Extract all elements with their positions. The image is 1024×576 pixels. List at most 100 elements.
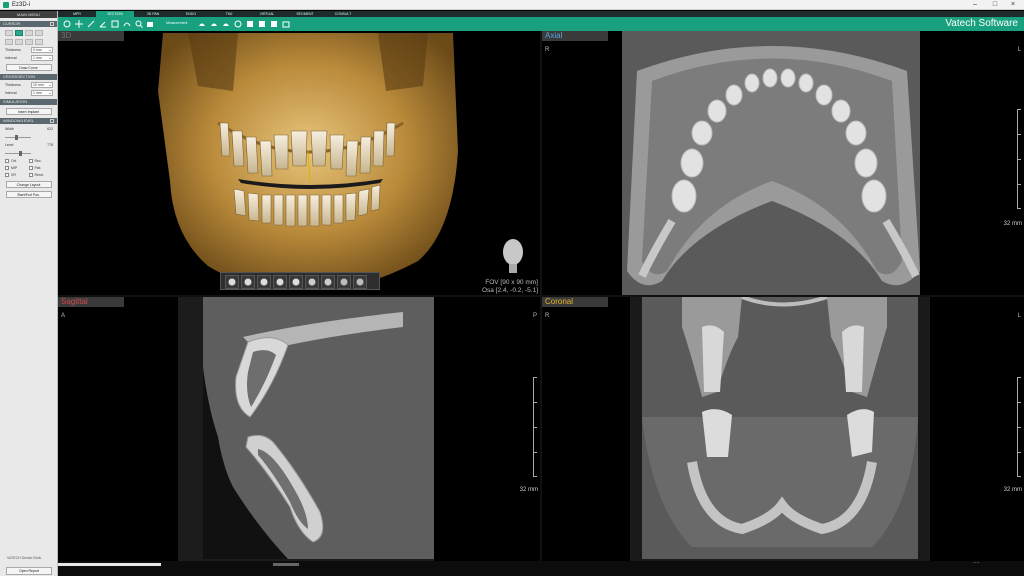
option-rec[interactable]: Rec. xyxy=(28,158,53,164)
preset-skull-top-icon[interactable] xyxy=(273,275,287,289)
preset-skull-front-icon[interactable] xyxy=(225,275,239,289)
preset-soft-tissue-icon[interactable] xyxy=(321,275,335,289)
start-end-pos-button[interactable]: Start/End Pos. xyxy=(5,191,52,198)
change-layout-button[interactable]: Change Layout xyxy=(5,181,52,188)
main-menu-header[interactable]: MAIN MENU xyxy=(0,11,57,18)
fov-info: FOV [90 x 90 mm] Osa [2.4, -0.2, -5.1] xyxy=(482,279,538,295)
interval-row: Interval 1 mm xyxy=(0,53,57,61)
draw-curve-button[interactable]: Draw Curve xyxy=(5,64,52,71)
view-axial[interactable]: Axial R L 32 mm xyxy=(542,31,1024,295)
preset-skull-bottom-icon[interactable] xyxy=(289,275,303,289)
zoom-icon[interactable] xyxy=(135,20,143,28)
option-flat[interactable]: Flat. xyxy=(28,165,53,171)
scale-label: 32 mm xyxy=(1003,487,1022,493)
level-slider[interactable] xyxy=(5,150,31,156)
preset-skull-back-icon[interactable] xyxy=(305,275,319,289)
minimize-button[interactable]: – xyxy=(966,0,984,10)
cursor-tool-4[interactable] xyxy=(35,30,43,36)
thickness-select[interactable]: 0 mm xyxy=(31,47,53,53)
width-slider-knob[interactable] xyxy=(15,134,18,140)
view-3d[interactable]: 3D FOV [90 x 90 mm] Osa [2.4, -0.2, -5.1… xyxy=(58,31,540,295)
checkbox[interactable] xyxy=(5,159,9,163)
cursor-tool-8[interactable] xyxy=(35,39,43,45)
rotate-icon[interactable] xyxy=(63,20,71,28)
preset-skull-left-icon[interactable] xyxy=(241,275,255,289)
render-preset-bar xyxy=(220,272,380,290)
title-bar: Ez3D-i – □ × xyxy=(0,0,1024,10)
preset-skull-right-icon[interactable] xyxy=(257,275,271,289)
arch-view-icon[interactable] xyxy=(210,20,218,28)
orient-left: R xyxy=(545,313,550,319)
osa-text: Osa [2.4, -0.2, -5.1] xyxy=(482,287,538,294)
option-rend[interactable]: Rend. xyxy=(28,172,53,178)
windowing-section-header: WINDOW/LEVEL xyxy=(0,118,57,124)
level-slider-knob[interactable] xyxy=(19,150,22,156)
preset-bone-icon[interactable] xyxy=(337,275,351,289)
layout-1-icon[interactable] xyxy=(246,20,254,28)
scroll-handle[interactable] xyxy=(273,563,299,566)
cursor-tool-7[interactable] xyxy=(25,39,33,45)
option-ort[interactable]: Ort. xyxy=(5,158,29,164)
insert-implant-button[interactable]: Insert Implant xyxy=(5,108,52,115)
view-sagittal-title: Sagittal xyxy=(58,297,124,307)
cursor-tool-2[interactable] xyxy=(15,30,23,36)
orient-left: R xyxy=(545,47,550,53)
render-options: Ort. Rec. MIP Flat. XR Rend. xyxy=(0,156,57,178)
reset-view-icon[interactable] xyxy=(234,20,242,28)
view-coronal[interactable]: Coronal R L 32 mm xyxy=(542,297,1024,561)
layout-2-icon[interactable] xyxy=(258,20,266,28)
width-slider[interactable] xyxy=(5,134,31,140)
simulation-section-label: SIMULATION xyxy=(3,99,28,104)
reset-icon[interactable] xyxy=(50,119,54,123)
checkbox[interactable] xyxy=(28,159,33,163)
view-divider-horizontal[interactable] xyxy=(58,295,1024,297)
level-value: 778 xyxy=(47,143,53,147)
pan-icon[interactable] xyxy=(75,20,83,28)
checkbox[interactable] xyxy=(5,173,9,177)
tooth-view-icon[interactable] xyxy=(198,20,206,28)
axial-ct-image xyxy=(622,31,920,295)
cursor-tool-1[interactable] xyxy=(5,30,13,36)
cursor-tool-6[interactable] xyxy=(15,39,23,45)
status-text: ⠒⠒ xyxy=(972,561,980,567)
open-report-button[interactable]: Open Report xyxy=(6,567,52,575)
orient-right: P xyxy=(532,313,537,319)
pin-icon[interactable] xyxy=(50,22,54,26)
interval2-row: Interval 1 mm xyxy=(0,88,57,96)
layout-3-icon[interactable] xyxy=(270,20,278,28)
checkbox[interactable] xyxy=(28,166,33,170)
print-icon[interactable] xyxy=(282,20,290,28)
lower-arch-icon[interactable] xyxy=(222,20,230,28)
scale-ruler xyxy=(1017,109,1021,209)
option-mip[interactable]: MIP xyxy=(5,165,29,171)
view-3d-title: 3D xyxy=(58,31,124,41)
head-orientation-icon[interactable] xyxy=(500,237,526,275)
area-icon[interactable] xyxy=(111,20,119,28)
cursor-tool-3[interactable] xyxy=(25,30,33,36)
view-sagittal[interactable]: Sagittal A P 32 mm xyxy=(58,297,540,561)
checkbox[interactable] xyxy=(5,166,9,170)
curve-icon[interactable] xyxy=(123,20,131,28)
simulation-section-header: SIMULATION xyxy=(0,99,57,105)
annotation-icon[interactable] xyxy=(146,20,154,28)
option-xr[interactable]: XR xyxy=(5,172,29,178)
width-value: 622 xyxy=(47,127,53,131)
measurement-dropdown[interactable]: Measurement xyxy=(166,21,187,25)
orient-right: L xyxy=(1017,313,1021,319)
option-label: Ort. xyxy=(11,159,17,163)
maximize-button[interactable]: □ xyxy=(986,0,1004,10)
checkbox[interactable] xyxy=(28,173,33,177)
orient-left: A xyxy=(61,313,66,319)
line-measure-icon[interactable] xyxy=(87,20,95,28)
level-row: Level 778 xyxy=(0,140,57,148)
thickness-row: Thickness 0 mm xyxy=(0,45,57,53)
option-label: XR xyxy=(11,173,16,177)
angle-measure-icon[interactable] xyxy=(99,20,107,28)
cursor-tools-row2 xyxy=(0,36,57,45)
close-button[interactable]: × xyxy=(1004,0,1022,10)
interval-select[interactable]: 1 mm xyxy=(31,55,53,61)
interval2-select[interactable]: 1 mm xyxy=(31,90,53,96)
preset-teeth-icon[interactable] xyxy=(353,275,367,289)
thickness2-select[interactable]: 10 mm xyxy=(31,82,53,88)
cursor-tool-5[interactable] xyxy=(5,39,13,45)
